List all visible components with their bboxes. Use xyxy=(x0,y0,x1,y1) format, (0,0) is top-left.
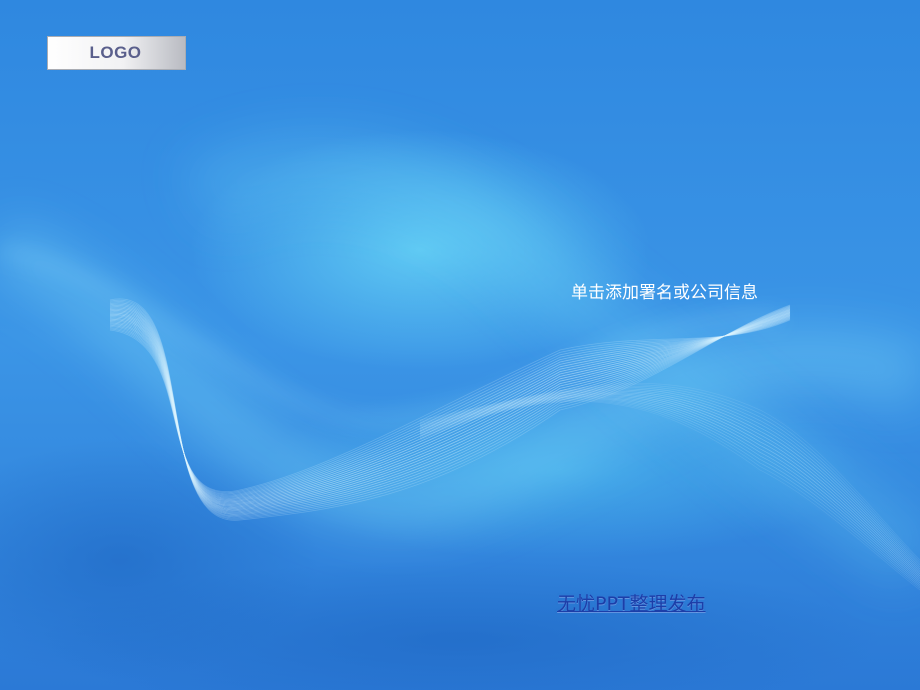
subtitle-text[interactable]: 单击添加署名或公司信息 xyxy=(571,278,758,303)
logo-placeholder[interactable]: LOGO xyxy=(47,36,186,70)
footer-link[interactable]: 无忧PPT整理发布 xyxy=(557,589,706,616)
wave-background xyxy=(0,0,920,690)
logo-label: LOGO xyxy=(89,43,142,62)
slide-canvas: LOGO 单击添加署名或公司信息 无忧PPT整理发布 xyxy=(0,0,920,690)
